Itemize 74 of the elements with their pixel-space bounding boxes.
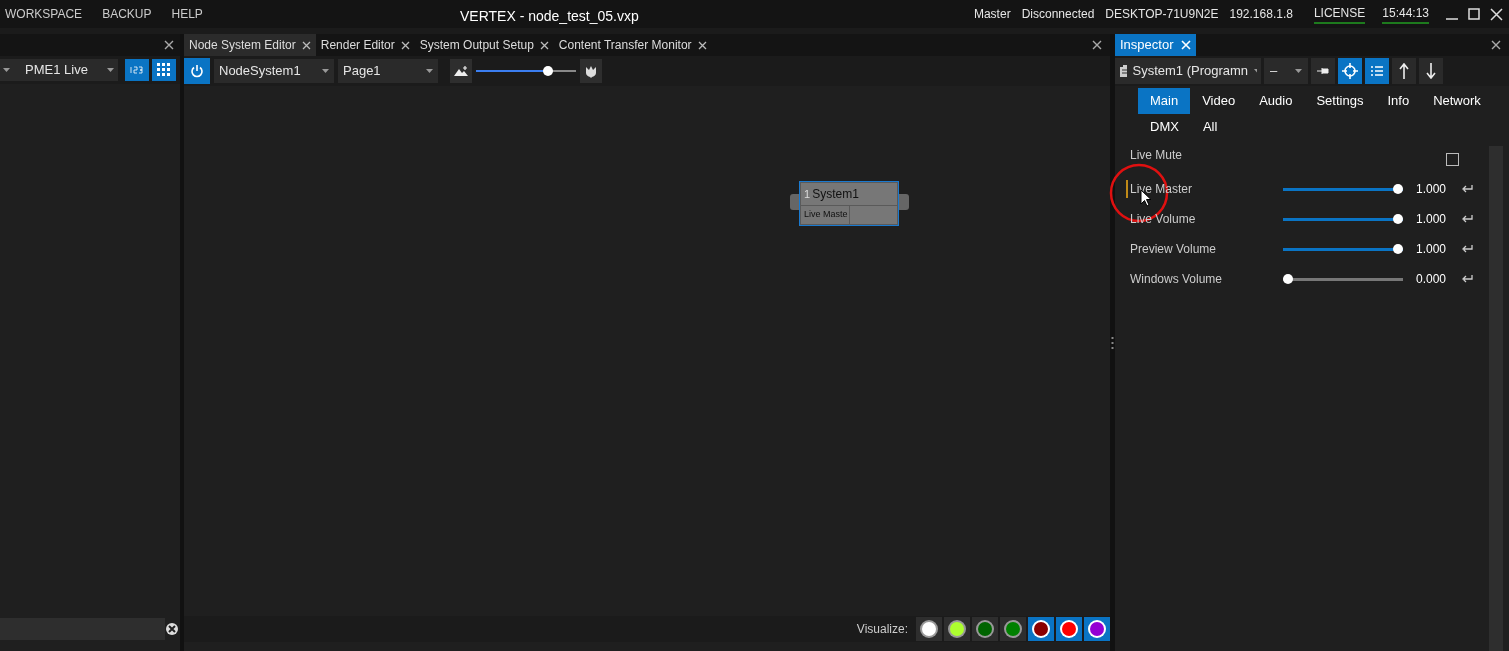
- slider[interactable]: [1283, 273, 1403, 285]
- clock: 15:44:13: [1382, 4, 1429, 24]
- menu-item[interactable]: HELP: [165, 5, 209, 23]
- reset-icon[interactable]: [1462, 274, 1473, 284]
- node-card[interactable]: 1 System1 Live Maste: [799, 181, 899, 226]
- close-icon[interactable]: [539, 40, 549, 50]
- inspector-tab[interactable]: Main: [1138, 88, 1191, 114]
- value-reading: 1.000: [1414, 181, 1446, 198]
- window-title: VERTEX - node_test_05.vxp: [460, 7, 639, 26]
- editor-tab[interactable]: Node System Editor: [184, 34, 316, 56]
- color-toggle-button[interactable]: [1084, 617, 1110, 641]
- input-port[interactable]: [790, 194, 799, 210]
- host-name: DESKTOP-71U9N2E: [1105, 6, 1219, 23]
- zoom-slider[interactable]: [476, 64, 576, 78]
- close-icon[interactable]: [1491, 40, 1501, 50]
- inspector-tab[interactable]: DMX: [1138, 114, 1191, 140]
- object-dropdown[interactable]: System1 (Programn: [1115, 58, 1261, 84]
- property-label: Live Mute: [1130, 147, 1183, 164]
- arrow-up-icon[interactable]: [1392, 58, 1416, 84]
- slider[interactable]: [1283, 213, 1403, 225]
- power-icon[interactable]: [184, 58, 210, 84]
- device-icon: [1119, 64, 1127, 78]
- dropdown[interactable]: –: [1264, 58, 1308, 84]
- mountain-icon[interactable]: [450, 59, 472, 83]
- property-label: Windows Volume: [1130, 271, 1223, 288]
- color-toggle-button[interactable]: [916, 617, 942, 641]
- visualize-label: Visualize:: [856, 621, 908, 638]
- connection-status: Disconnected: [1021, 6, 1095, 23]
- license-link[interactable]: LICENSE: [1313, 4, 1366, 24]
- reset-icon[interactable]: [1462, 244, 1473, 254]
- node-port-label: Live Maste: [804, 208, 848, 222]
- slider[interactable]: [1283, 243, 1403, 255]
- node-index: 1: [804, 186, 811, 202]
- color-toggle-button[interactable]: [1028, 617, 1054, 641]
- inspector-tab[interactable]: Audio: [1247, 88, 1305, 114]
- pin-icon[interactable]: [1311, 58, 1335, 84]
- color-toggle-button[interactable]: [944, 617, 970, 641]
- reset-icon[interactable]: [1462, 214, 1473, 224]
- menu-item[interactable]: WORKSPACE: [0, 5, 89, 23]
- maximize-icon[interactable]: [1468, 8, 1480, 20]
- inspector-tab[interactable]: Network: [1421, 88, 1493, 114]
- close-icon[interactable]: [697, 40, 707, 50]
- menu-item[interactable]: BACKUP: [96, 5, 158, 23]
- value-reading: 1.000: [1414, 241, 1446, 258]
- splitter-handle[interactable]: [1111, 336, 1114, 349]
- grid-icon[interactable]: [152, 59, 176, 81]
- dropdown[interactable]: PME1 Live: [0, 59, 118, 81]
- inspector-tab[interactable]: All: [1190, 114, 1230, 140]
- system-dropdown[interactable]: NodeSystem1: [214, 59, 334, 83]
- close-icon[interactable]: [301, 40, 311, 50]
- clear-icon[interactable]: [166, 623, 178, 635]
- value-reading: 0.000: [1414, 271, 1446, 288]
- target-icon[interactable]: [1338, 58, 1362, 84]
- close-icon[interactable]: [400, 40, 410, 50]
- reset-icon[interactable]: [1462, 184, 1473, 194]
- page-dropdown[interactable]: Page1: [338, 59, 438, 83]
- value-reading: 1.000: [1414, 211, 1446, 228]
- inspector-tab[interactable]: Info: [1375, 88, 1422, 114]
- color-toggle-button[interactable]: [1056, 617, 1082, 641]
- slider[interactable]: [1283, 183, 1403, 195]
- property-label: Preview Volume: [1130, 241, 1217, 258]
- close-icon[interactable]: [164, 40, 174, 50]
- arrow-down-icon[interactable]: [1419, 58, 1443, 84]
- inspector-tab[interactable]: Video: [1190, 88, 1248, 114]
- node-title: System1: [812, 186, 859, 203]
- role-label: Master: [973, 6, 1011, 23]
- color-toggle-button[interactable]: [972, 617, 998, 641]
- inspector-tab[interactable]: Settings: [1304, 88, 1376, 114]
- ip-address: 192.168.1.8: [1229, 6, 1293, 23]
- checkbox[interactable]: [1446, 152, 1459, 166]
- close-icon[interactable]: [1092, 40, 1102, 50]
- search-field[interactable]: [0, 618, 165, 640]
- color-toggle-button[interactable]: [1000, 617, 1026, 641]
- inspector-tab[interactable]: Inspector: [1115, 34, 1197, 56]
